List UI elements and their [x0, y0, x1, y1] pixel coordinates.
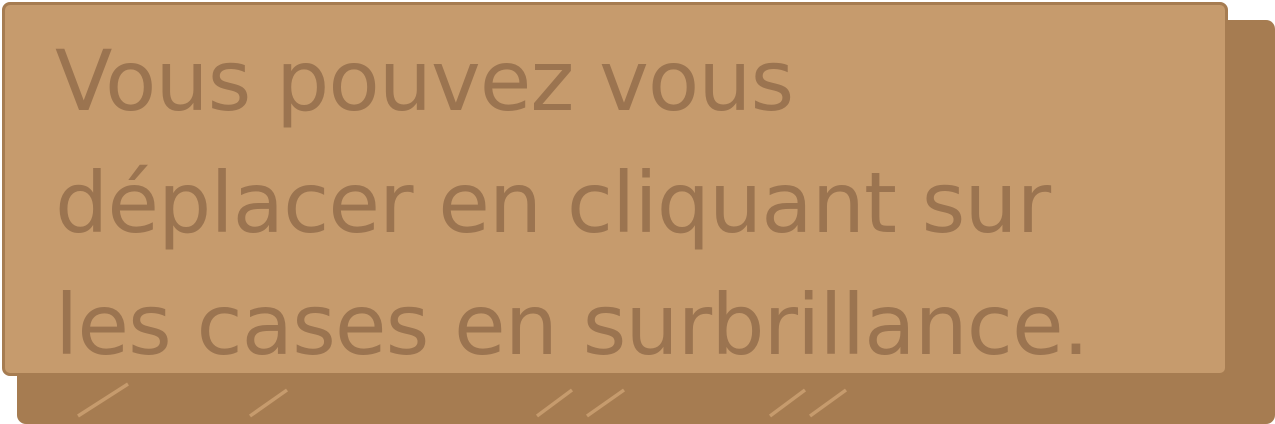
- hint-dialog: Vous pouvez vous déplacer en cliquant su…: [0, 0, 1275, 424]
- hint-message: Vous pouvez vous déplacer en cliquant su…: [55, 32, 1089, 374]
